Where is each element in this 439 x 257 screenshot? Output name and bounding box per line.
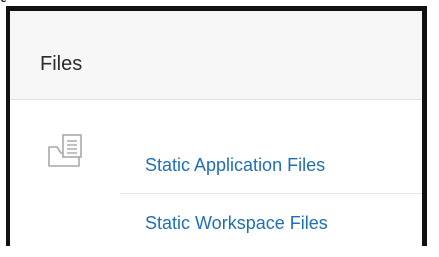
static-workspace-files-link[interactable]: Static Workspace Files (145, 213, 328, 234)
clipped-text-fragment: d (0, 0, 6, 5)
panel-title: Files (40, 53, 83, 75)
static-application-files-link[interactable]: Static Application Files (145, 155, 325, 176)
folder-document-icon (48, 134, 82, 167)
files-panel: Files Static Application Files Static Wo… (6, 6, 427, 246)
panel-body: Static Application Files Static Workspac… (10, 100, 422, 246)
list-divider (120, 193, 422, 194)
panel-header: Files (10, 11, 422, 100)
